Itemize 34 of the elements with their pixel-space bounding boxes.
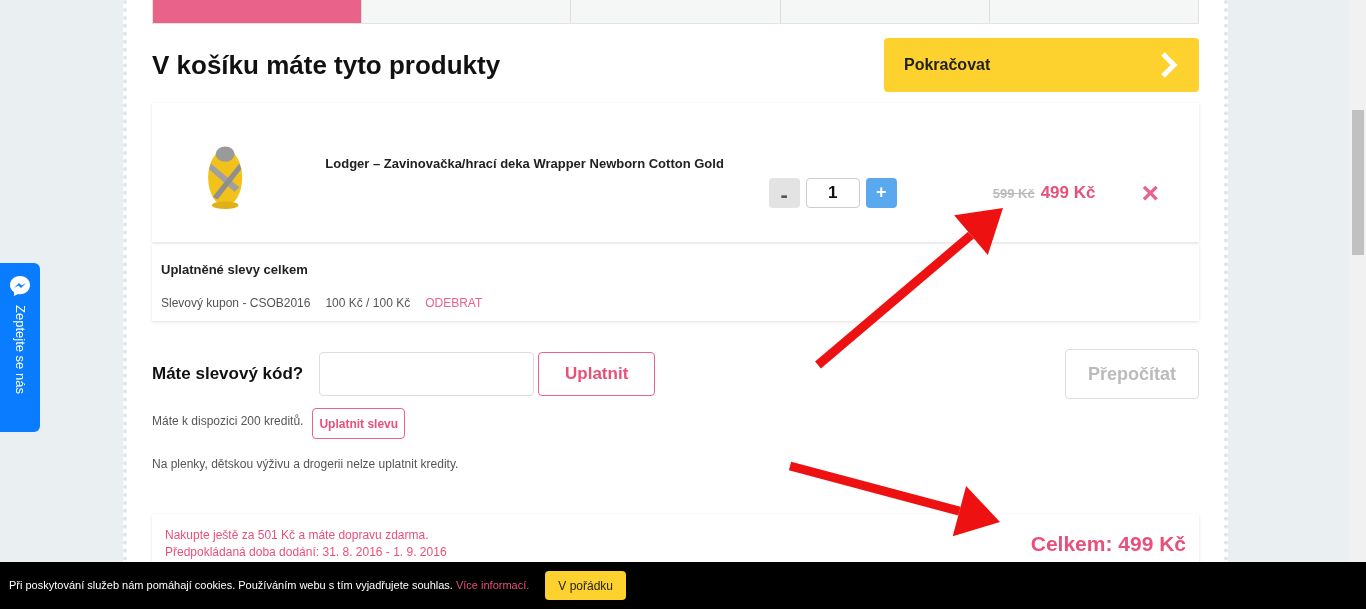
- progress-step[interactable]: [153, 0, 362, 23]
- cookie-accept-button[interactable]: V pořádku: [545, 571, 626, 600]
- messenger-icon: [9, 275, 31, 297]
- chevron-right-icon: [1159, 51, 1179, 79]
- chat-tab[interactable]: Zeptejte se nás: [0, 263, 40, 432]
- shipping-info: Nakupte ještě za 501 Kč a máte dopravu zdarma.: [165, 527, 430, 544]
- coupon-field[interactable]: [319, 352, 535, 396]
- apply-credits-button[interactable]: Uplatnit slevu: [312, 408, 406, 439]
- scrollbar-thumb[interactable]: [1352, 110, 1364, 255]
- credits-text: Máte k dispozici 200 kreditů.: [152, 412, 304, 430]
- discounts-title: Uplatněné slevy celkem: [161, 261, 309, 279]
- apply-coupon-button[interactable]: Uplatnit: [538, 352, 656, 396]
- credits-note: Na plenky, dětskou výživu a drogerii nelze uplatnit kredity.: [152, 456, 460, 473]
- more-info-link[interactable]: Více informací.: [455, 579, 530, 592]
- coupon-amount: 100 Kč / 100 Kč: [325, 294, 411, 312]
- progress-step[interactable]: [779, 0, 989, 23]
- increase-button[interactable]: +: [865, 177, 897, 208]
- remove-coupon-link[interactable]: ODEBRAT: [425, 293, 483, 312]
- continue-button[interactable]: Pokračovat: [884, 38, 1199, 92]
- old-price: 599 Kč: [992, 184, 1035, 203]
- remove-button[interactable]: ×: [1141, 177, 1159, 208]
- cookie-text: Při poskytování služeb nám pomáhají cookies. Používáním webu s tím vyjadřujete souhlas. Více informací.: [9, 578, 530, 594]
- progress-step[interactable]: [570, 0, 780, 23]
- quantity-field[interactable]: 1: [805, 177, 860, 208]
- product-name[interactable]: Lodger – Zavinovačka/hrací deka Wrapper Newborn Cotton Gold: [325, 156, 724, 171]
- coupon-name: Slevový kupon - CSOB2016: [161, 294, 311, 312]
- order-total: Celkem: 499 Kč: [1030, 531, 1186, 558]
- progress-step[interactable]: [361, 0, 571, 23]
- coupon-label: Máte slevový kód?: [152, 363, 304, 386]
- progress-step[interactable]: [988, 0, 1198, 23]
- chat-tab-label: Zeptejte se nás: [11, 305, 29, 394]
- shipping-info: Předpokládaná doba dodání: 31. 8. 2016 - 1. 9. 2016: [165, 544, 447, 561]
- page-heading: V košíku máte tyto produkty: [152, 52, 501, 78]
- price: 499 Kč: [1040, 181, 1096, 204]
